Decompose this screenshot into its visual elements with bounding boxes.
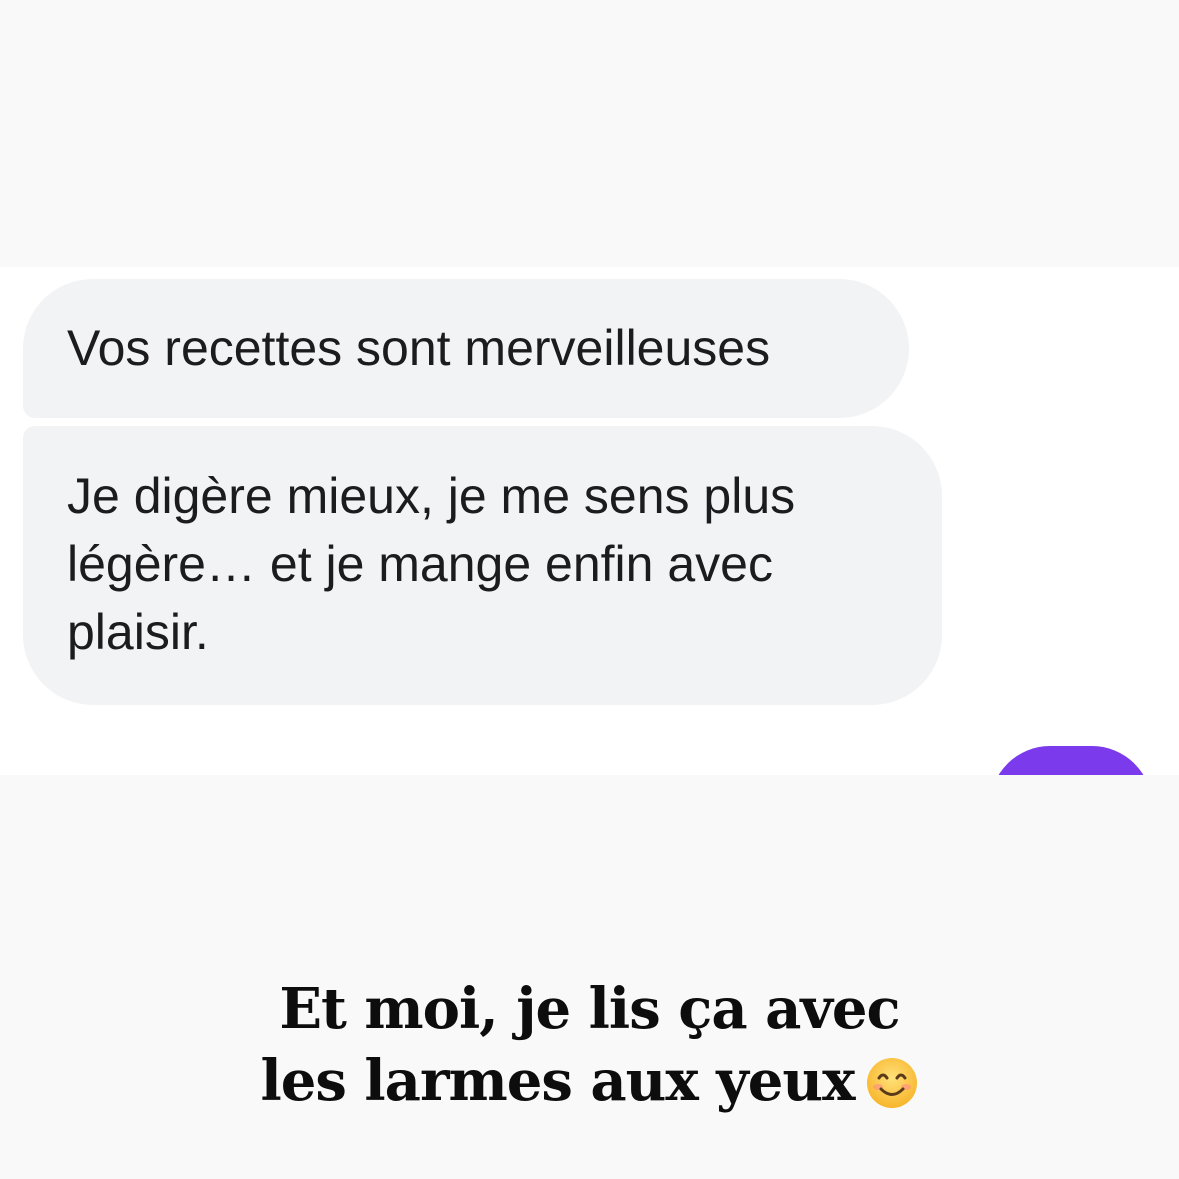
message-text: Je digère mieux, je me sens plus légère…… — [67, 468, 796, 660]
caption-area: Et moi, je lis ça avec les larmes aux ye… — [0, 775, 1179, 1179]
caption-line-1: Et moi, je lis ça avec — [279, 976, 900, 1042]
message-bubble-incoming: Je digère mieux, je me sens plus légère…… — [23, 426, 942, 705]
caption: Et moi, je lis ça avec les larmes aux ye… — [0, 973, 1179, 1127]
message-bubble-outgoing — [990, 746, 1152, 775]
message-bubble-incoming: Vos recettes sont merveilleuses — [23, 279, 909, 418]
smiling-face-icon — [865, 1055, 919, 1127]
chat-thread: Vos recettes sont merveilleuses Je digèr… — [0, 267, 1179, 775]
caption-line-2-text: les larmes aux yeux — [260, 1048, 855, 1114]
caption-line-2: les larmes aux yeux — [0, 1045, 1179, 1127]
top-blank-area — [0, 0, 1179, 267]
message-text: Vos recettes sont merveilleuses — [67, 320, 771, 376]
